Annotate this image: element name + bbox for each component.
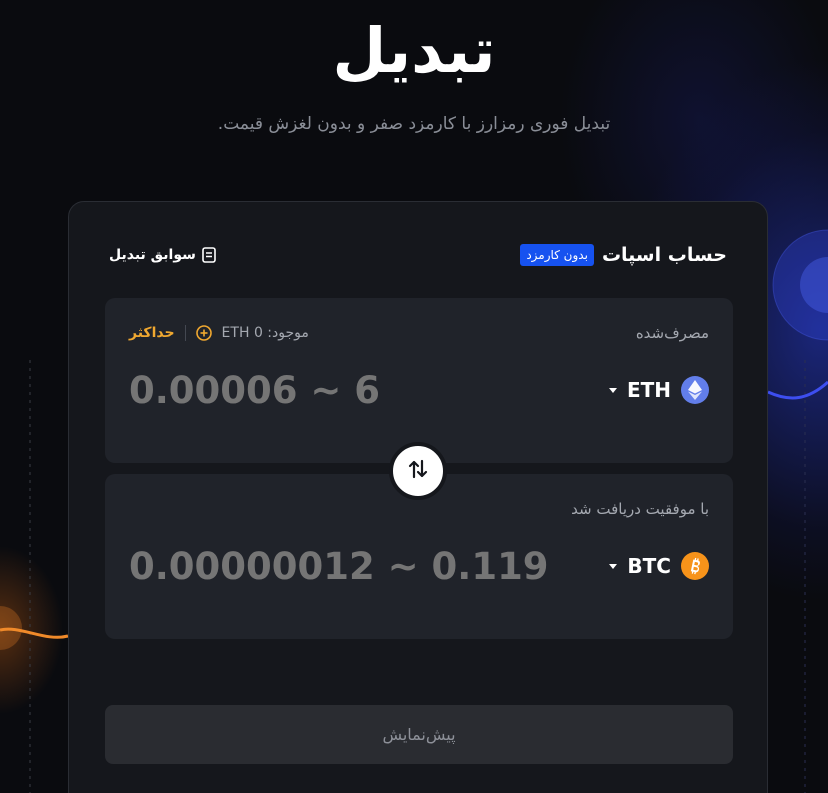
history-label: سوابق تبدیل <box>109 247 196 263</box>
btc-icon <box>681 552 709 580</box>
no-fee-badge: بدون کارمزد <box>520 244 594 266</box>
balance-group: حداکثر موجود: 0 ETH <box>129 325 309 341</box>
chevron-down-icon <box>608 387 617 393</box>
swap-button[interactable] <box>389 442 447 500</box>
from-coin-name: ETH <box>626 378 671 402</box>
preview-button[interactable]: پیش‌نمایش <box>105 705 733 764</box>
to-coin-select[interactable]: BTC <box>609 552 709 580</box>
eth-icon <box>681 376 709 404</box>
account-title: حساب اسپات <box>601 244 727 266</box>
account-header: حساب اسپات بدون کارمزد <box>520 244 727 266</box>
convert-card: سوابق تبدیل حساب اسپات بدون کارمزد حداکث… <box>68 201 768 793</box>
received-label: با موفقیت دریافت شد <box>571 500 709 518</box>
max-button[interactable]: حداکثر <box>129 325 175 341</box>
card-header: سوابق تبدیل حساب اسپات بدون کارمزد <box>109 240 727 270</box>
from-amount-input[interactable] <box>129 368 559 412</box>
document-icon <box>202 247 216 263</box>
from-coin-select[interactable]: ETH <box>608 376 709 404</box>
swap-arrows-icon <box>407 458 429 484</box>
page-subtitle: تبدیل فوری رمزارز با کارمزد صفر و بدون ل… <box>217 114 611 134</box>
spent-label: مصرف‌شده <box>635 324 709 342</box>
from-panel: حداکثر موجود: 0 ETH مصرف‌شده <box>105 298 733 463</box>
add-circle-icon[interactable] <box>195 325 212 341</box>
convert-page: تبدیل تبدیل فوری رمزارز با کارمزد صفر و … <box>0 0 828 793</box>
to-amount-input[interactable] <box>129 544 559 588</box>
divider <box>184 325 186 341</box>
chevron-down-icon <box>609 563 618 569</box>
page-title: تبدیل <box>332 14 496 87</box>
to-coin-name: BTC <box>627 554 671 578</box>
history-button[interactable]: سوابق تبدیل <box>109 247 216 263</box>
balance-text: موجود: 0 ETH <box>221 325 309 341</box>
